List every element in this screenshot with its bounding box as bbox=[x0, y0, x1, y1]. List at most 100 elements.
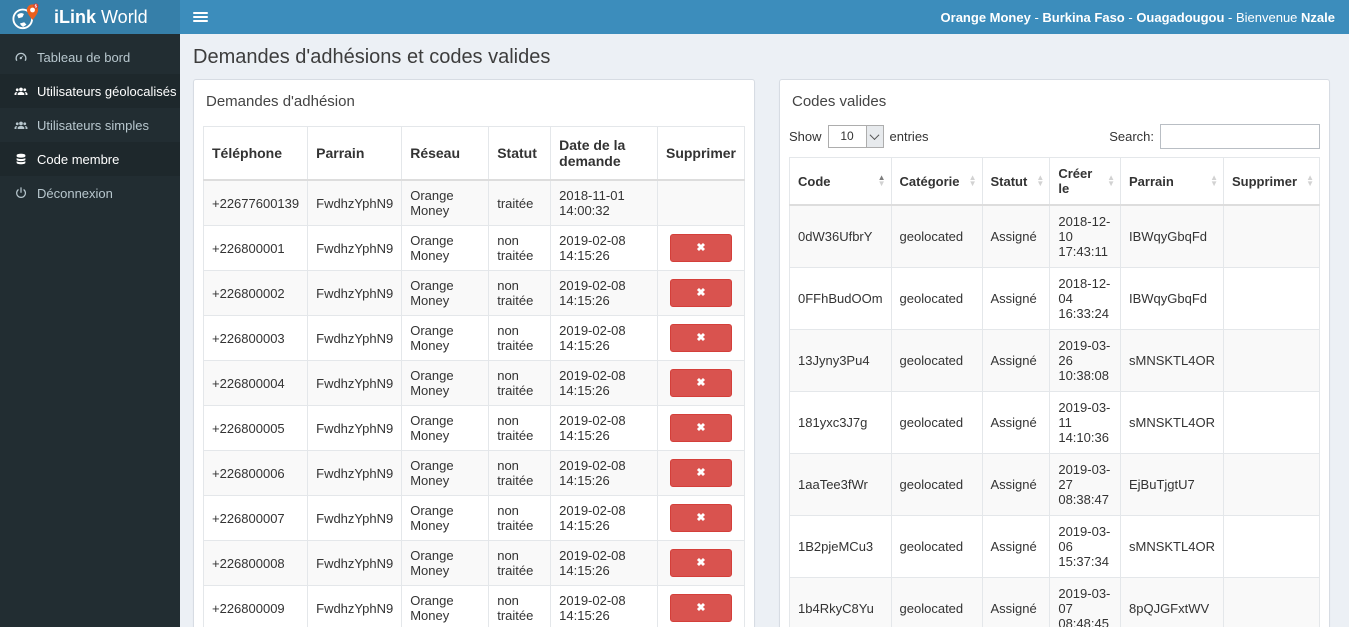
cell-categorie: geolocated bbox=[890, 577, 983, 627]
delete-button[interactable]: ✖ bbox=[669, 369, 732, 397]
table-row: +226800008 FwdhzYphN9 Orange Money non t… bbox=[202, 540, 746, 586]
cell-supprimer: ✖ bbox=[656, 225, 746, 271]
sortable-column-header[interactable]: Créer le ▲ ▼ bbox=[1049, 157, 1121, 206]
cell-statut: non traitée bbox=[488, 225, 552, 271]
column-header: Réseau bbox=[401, 126, 490, 181]
cell-telephone: +226800001 bbox=[202, 225, 309, 271]
brand[interactable]: $ iLink World bbox=[0, 0, 180, 34]
cell-reseau: Orange Money bbox=[401, 270, 490, 316]
sortable-column-header[interactable]: Code ▲ ▼ bbox=[789, 157, 892, 206]
sidebar-item-tableau-de-bord[interactable]: Tableau de bord bbox=[0, 40, 180, 74]
table-row: +22677600139 FwdhzYphN9 Orange Money tra… bbox=[202, 179, 746, 226]
delete-button[interactable]: ✖ bbox=[669, 459, 732, 487]
demandes-table: Téléphone Parrain Réseau Statut Date de la d… bbox=[202, 126, 746, 627]
cell-supprimer: ✖ bbox=[656, 450, 746, 496]
cell-parrain: sMNSKTL4OR bbox=[1120, 515, 1224, 578]
close-icon: ✖ bbox=[696, 467, 706, 479]
cell-telephone: +226800005 bbox=[202, 405, 309, 451]
cell-reseau: Orange Money bbox=[401, 360, 490, 406]
table-row: +226800006 FwdhzYphN9 Orange Money non t… bbox=[202, 450, 746, 496]
cell-supprimer bbox=[1222, 577, 1321, 627]
cell-reseau: Orange Money bbox=[401, 179, 490, 226]
delete-button[interactable]: ✖ bbox=[669, 279, 732, 307]
entries-select-value: 10 bbox=[840, 129, 854, 143]
cell-reseau: Orange Money bbox=[401, 225, 490, 271]
cell-date: 2019-02-08 14:15:26 bbox=[550, 450, 658, 496]
cell-reseau: Orange Money bbox=[401, 450, 490, 496]
cell-reseau: Orange Money bbox=[401, 540, 490, 586]
close-icon: ✖ bbox=[696, 332, 706, 344]
cell-statut: non traitée bbox=[488, 495, 552, 541]
user-info-part: Ouagadougou bbox=[1136, 9, 1225, 25]
user-info-part: Orange Money bbox=[940, 9, 1031, 25]
table-row: 1b4RkyC8Yu geolocated Assigné 2019-03-07… bbox=[789, 577, 1321, 627]
cell-creer-le: 2019-03-11 14:10:36 bbox=[1049, 391, 1121, 454]
cell-code: 1aaTee3fWr bbox=[789, 453, 892, 516]
cell-parrain: FwdhzYphN9 bbox=[307, 315, 403, 361]
cell-code: 13Jyny3Pu4 bbox=[789, 329, 892, 392]
sort-icon[interactable]: ▲ ▼ bbox=[878, 174, 886, 188]
delete-button[interactable]: ✖ bbox=[669, 324, 732, 352]
sort-icon[interactable]: ▲ ▼ bbox=[1306, 174, 1314, 188]
panel-title-demandes: Demandes d'adhésion bbox=[206, 93, 355, 110]
delete-button[interactable]: ✖ bbox=[669, 504, 732, 532]
page-title: Demandes d'adhésions et codes valides bbox=[193, 46, 551, 68]
cell-parrain: FwdhzYphN9 bbox=[307, 450, 403, 496]
table-row: +226800003 FwdhzYphN9 Orange Money non t… bbox=[202, 315, 746, 361]
sortable-column-header[interactable]: Supprimer ▲ ▼ bbox=[1222, 157, 1321, 206]
cell-date: 2019-02-08 14:15:26 bbox=[550, 540, 658, 586]
close-icon: ✖ bbox=[696, 377, 706, 389]
cell-statut: Assigné bbox=[981, 577, 1051, 627]
cell-supprimer: ✖ bbox=[656, 179, 746, 226]
cell-parrain: IBWqyGbqFd bbox=[1120, 204, 1224, 268]
close-icon: ✖ bbox=[696, 602, 706, 614]
hamburger-icon[interactable] bbox=[180, 0, 220, 34]
sidebar-item-utilisateurs-simples[interactable]: Utilisateurs simples bbox=[0, 108, 180, 142]
cell-parrain: FwdhzYphN9 bbox=[307, 225, 403, 271]
sidebar-item-code-membre[interactable]: Code membre bbox=[0, 142, 180, 176]
sort-icon[interactable]: ▲ ▼ bbox=[1036, 174, 1044, 188]
chevron-down-icon bbox=[865, 126, 883, 147]
cell-supprimer bbox=[1222, 267, 1321, 330]
cell-telephone: +226800003 bbox=[202, 315, 309, 361]
cell-supprimer: ✖ bbox=[656, 270, 746, 316]
table-row: 181yxc3J7g geolocated Assigné 2019-03-11… bbox=[789, 391, 1321, 454]
cell-code: 0dW36UfbrY bbox=[789, 204, 892, 268]
cell-parrain: FwdhzYphN9 bbox=[307, 270, 403, 316]
table-row: +226800004 FwdhzYphN9 Orange Money non t… bbox=[202, 360, 746, 406]
cell-date: 2019-02-08 14:15:26 bbox=[550, 495, 658, 541]
close-icon: ✖ bbox=[696, 242, 706, 254]
users-icon bbox=[14, 87, 28, 95]
close-icon: ✖ bbox=[696, 422, 706, 434]
close-icon: ✖ bbox=[696, 512, 706, 524]
cell-categorie: geolocated bbox=[890, 204, 983, 268]
cell-supprimer: ✖ bbox=[656, 405, 746, 451]
cell-telephone: +226800007 bbox=[202, 495, 309, 541]
sortable-column-header[interactable]: Statut ▲ ▼ bbox=[981, 157, 1051, 206]
delete-button[interactable]: ✖ bbox=[669, 549, 732, 577]
cell-supprimer: ✖ bbox=[656, 540, 746, 586]
cell-parrain: FwdhzYphN9 bbox=[307, 179, 403, 226]
cell-telephone: +22677600139 bbox=[202, 179, 309, 226]
delete-button[interactable]: ✖ bbox=[669, 234, 732, 262]
cell-date: 2019-02-08 14:15:26 bbox=[550, 270, 658, 316]
user-info-part: - Bienvenue bbox=[1224, 9, 1302, 25]
sortable-column-header[interactable]: Catégorie ▲ ▼ bbox=[890, 157, 983, 206]
cell-statut: Assigné bbox=[981, 329, 1051, 392]
search-input[interactable] bbox=[1160, 124, 1320, 149]
sidebar-item-deconnexion[interactable]: Déconnexion bbox=[0, 176, 180, 210]
sort-icon[interactable]: ▲ ▼ bbox=[1107, 174, 1115, 188]
column-header: Supprimer bbox=[656, 126, 746, 181]
sortable-column-header[interactable]: Parrain ▲ ▼ bbox=[1120, 157, 1224, 206]
delete-button[interactable]: ✖ bbox=[669, 414, 732, 442]
sidebar-item-utilisateurs-geolocalises[interactable]: Utilisateurs géolocalisés bbox=[0, 74, 180, 108]
user-info-part: - bbox=[1030, 9, 1043, 25]
sort-icon[interactable]: ▲ ▼ bbox=[1210, 174, 1218, 188]
cell-statut: Assigné bbox=[981, 204, 1051, 268]
delete-button[interactable]: ✖ bbox=[669, 594, 732, 622]
cell-code: 0FFhBudOOm bbox=[789, 267, 892, 330]
sort-icon[interactable]: ▲ ▼ bbox=[969, 174, 977, 188]
cell-statut: non traitée bbox=[488, 270, 552, 316]
cell-creer-le: 2019-03-07 08:48:45 bbox=[1049, 577, 1121, 627]
entries-select[interactable]: 10 bbox=[827, 125, 884, 148]
